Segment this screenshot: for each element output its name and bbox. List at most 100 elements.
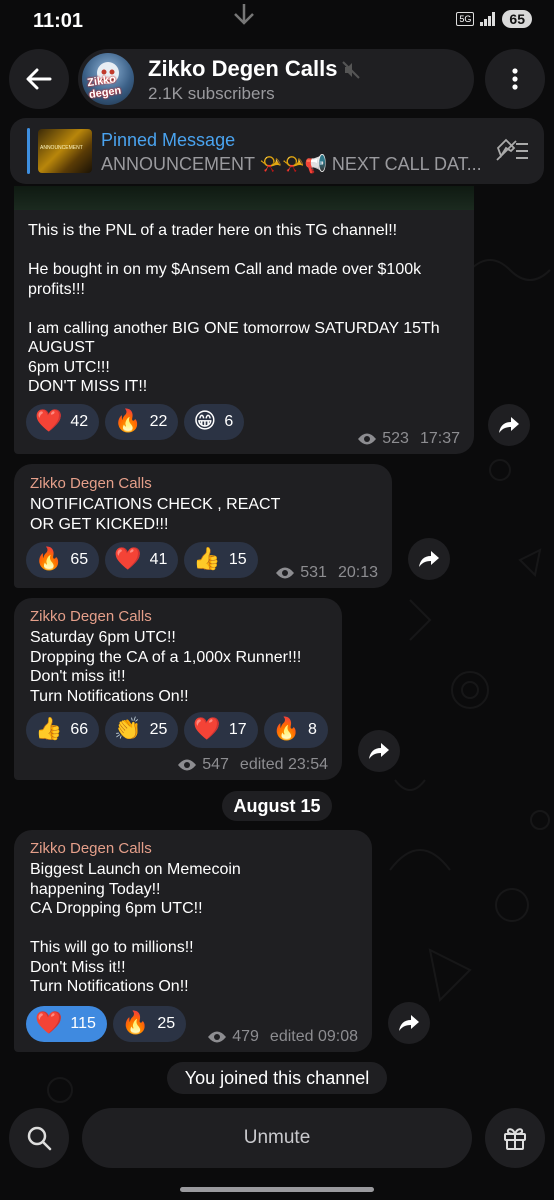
message-meta: 531 20:13 [275,564,378,582]
back-button[interactable] [9,49,69,109]
reactions-row: 👍 66 👏 25 ❤️ 17 🔥 8 [26,712,328,748]
back-arrow-icon [26,68,52,90]
status-bar: 11:01 5G 65 [0,0,554,44]
pinned-message-bar[interactable]: ANNOUNCEMENT Pinned Message ANNOUNCEMENT… [10,118,544,184]
heart-emoji-icon: ❤️ [114,547,142,572]
reactions-row: ❤️ 115 🔥 25 [26,1006,187,1042]
share-button[interactable] [388,1002,430,1044]
message-text: Biggest Launch on Memecoin happening Tod… [30,861,241,995]
reaction-chip[interactable]: 👏 25 [105,712,179,748]
heart-emoji-icon: ❤️ [35,1011,63,1036]
channel-info[interactable]: Zikko degen Zikko Degen Calls 2.1K subsc… [78,49,474,109]
chat-header: Zikko degen Zikko Degen Calls 2.1K subsc… [0,46,554,112]
reaction-chip[interactable]: ❤️ 42 [26,404,100,440]
grin-emoji-icon: 😁 [193,409,217,434]
network-type: 5G [456,12,475,26]
view-count: 523 [382,430,409,447]
message-time: 17:37 [419,430,460,447]
clap-emoji-icon: 👏 [114,717,142,742]
message-bubble[interactable]: Zikko Degen Calls Biggest Launch on Meme… [14,830,372,1052]
share-arrow-icon [419,551,439,567]
message-bubble[interactable]: Zikko Degen Calls NOTIFICATIONS CHECK , … [14,464,392,588]
message-text: NOTIFICATIONS CHECK , REACT OR GET KICKE… [30,496,281,533]
fire-emoji-icon: 🔥 [114,409,142,434]
gift-button[interactable] [485,1108,545,1168]
reaction-chip[interactable]: 🔥 8 [263,712,328,748]
reaction-count: 65 [70,551,89,568]
more-options-button[interactable] [485,49,545,109]
share-button[interactable] [358,730,400,772]
reaction-count: 41 [149,551,168,568]
search-icon [27,1126,52,1151]
download-arrow-icon [234,4,254,25]
eye-icon [178,759,197,771]
reaction-chip[interactable]: 🔥 65 [26,542,100,578]
heart-emoji-icon: ❤️ [193,717,221,742]
reaction-chip[interactable]: 🔥 25 [112,1006,187,1042]
reaction-count: 6 [224,413,234,430]
reaction-count: 25 [149,721,168,738]
pinned-list-icon[interactable] [496,138,530,164]
view-count: 479 [232,1028,259,1045]
share-arrow-icon [399,1015,419,1031]
status-time: 11:01 [33,10,84,32]
reaction-count: 42 [70,413,89,430]
message-meta: 523 17:37 [357,430,460,448]
battery-indicator: 65 [502,10,532,28]
share-arrow-icon [499,417,519,433]
reaction-chip[interactable]: 👍 66 [26,712,100,748]
message-meta: 547 edited 23:54 [177,756,328,774]
reaction-count: 25 [157,1015,176,1032]
fire-emoji-icon: 🔥 [35,547,63,572]
message-time: 20:13 [337,564,378,581]
pinned-title: Pinned Message [101,130,236,150]
channel-name: Zikko Degen Calls [148,56,338,81]
reaction-chip[interactable]: 😁 6 [184,404,245,440]
gift-icon [504,1128,526,1150]
message-meta: 479 edited 09:08 [207,1028,358,1046]
message-photo[interactable] [14,186,474,210]
message-bubble[interactable]: Zikko Degen Calls Saturday 6pm UTC!! Dro… [14,598,342,780]
share-arrow-icon [369,743,389,759]
thumbs-up-emoji-icon: 👍 [35,717,63,742]
heart-emoji-icon: ❤️ [35,409,63,434]
reaction-chip-selected[interactable]: ❤️ 115 [26,1006,107,1042]
reactions-row: ❤️ 42 🔥 22 😁 6 [26,404,245,440]
thumbs-up-emoji-icon: 👍 [193,547,221,572]
subscriber-count: 2.1K subscribers [148,84,275,103]
search-button[interactable] [9,1108,69,1168]
message-time: edited 23:54 [239,756,328,773]
eye-icon [276,567,295,579]
home-indicator [180,1187,374,1192]
reactions-row: 🔥 65 ❤️ 41 👍 15 [26,542,258,578]
unmute-button[interactable]: Unmute [82,1108,472,1168]
fire-emoji-icon: 🔥 [272,717,301,742]
share-button[interactable] [408,538,450,580]
channel-avatar[interactable]: Zikko degen [82,53,134,105]
vertical-dots-icon [512,68,518,90]
pinned-thumbnail-text: ANNOUNCEMENT [40,145,83,151]
reaction-count: 8 [308,721,317,738]
reaction-chip[interactable]: 🔥 22 [105,404,179,440]
sender-name: Zikko Degen Calls [30,608,152,625]
view-count: 547 [202,756,229,773]
reaction-count: 22 [149,413,168,430]
reaction-chip[interactable]: 👍 15 [184,542,258,578]
reaction-chip[interactable]: ❤️ 17 [184,712,258,748]
reaction-chip[interactable]: ❤️ 41 [105,542,179,578]
service-message: You joined this channel [167,1062,387,1094]
pinned-preview: ANNOUNCEMENT 📯📯📢 NEXT CALL DAT... [101,154,482,174]
share-button[interactable] [488,404,530,446]
message-text: Saturday 6pm UTC!! Dropping the CA of a … [30,629,302,705]
muted-speaker-icon [342,61,360,79]
reaction-count: 17 [228,721,247,738]
status-icons: 5G 65 [456,10,532,28]
view-count: 531 [300,564,327,581]
reaction-count: 15 [228,551,247,568]
signal-icon [480,12,496,26]
message-text: This is the PNL of a trader here on this… [28,222,440,395]
sender-name: Zikko Degen Calls [30,840,152,857]
message-time: edited 09:08 [269,1028,358,1045]
eye-icon [208,1031,227,1043]
message-bubble[interactable]: This is the PNL of a trader here on this… [14,186,474,454]
